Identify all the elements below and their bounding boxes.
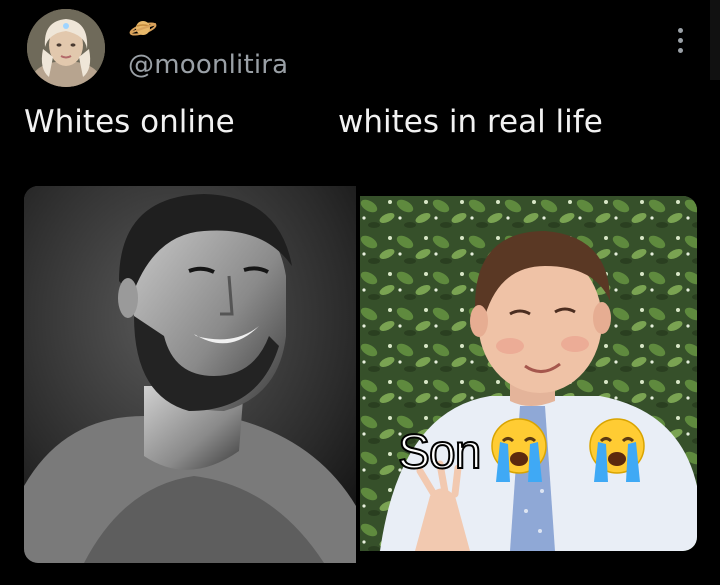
right-caption: whites in real life bbox=[338, 104, 603, 140]
author-handle[interactable]: @moonlitira bbox=[128, 50, 288, 80]
overlay-caption: Son bbox=[397, 425, 482, 480]
meme-image-right[interactable]: Son bbox=[360, 196, 697, 551]
more-options-button[interactable] bbox=[668, 22, 692, 58]
ringed-planet-icon bbox=[128, 16, 158, 40]
loudly-crying-face-icon bbox=[488, 416, 550, 482]
left-caption: Whites online bbox=[24, 104, 235, 140]
scrollbar-track bbox=[710, 0, 720, 80]
more-vertical-icon-dot bbox=[677, 47, 683, 53]
more-vertical-icon bbox=[677, 27, 683, 33]
tweet-post: @moonlitira Whites online whites in real… bbox=[0, 0, 720, 585]
avatar[interactable] bbox=[27, 9, 105, 87]
meme-image-left[interactable] bbox=[24, 186, 356, 563]
loudly-crying-face-icon bbox=[586, 416, 648, 482]
more-vertical-icon-dot bbox=[677, 37, 683, 43]
